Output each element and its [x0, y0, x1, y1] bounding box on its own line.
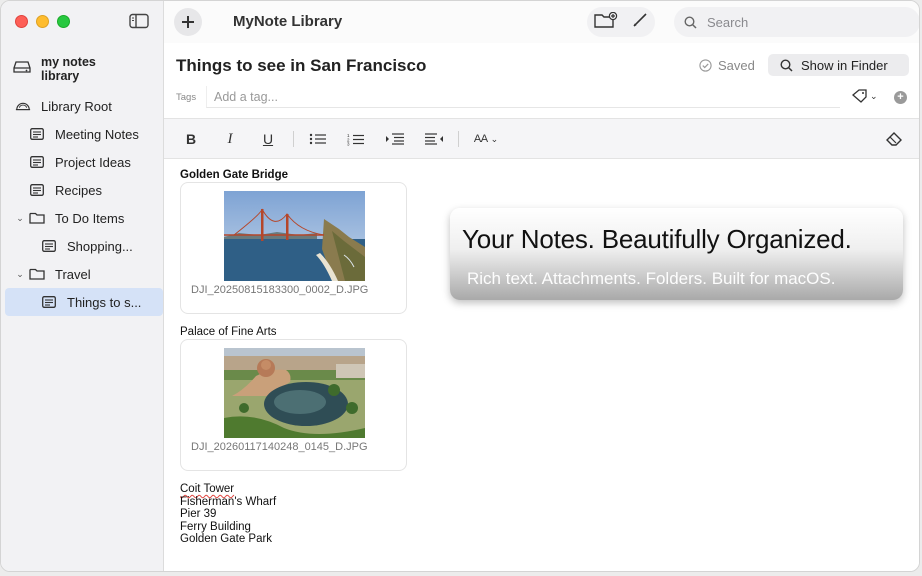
divider [293, 131, 294, 147]
sidebar-item-things-to-see[interactable]: Things to s... [5, 288, 163, 316]
library-selector[interactable]: my notes library [13, 55, 131, 83]
minimize-button[interactable] [36, 15, 49, 28]
attachment-filename: DJI_20250815183300_0002_D.JPG [191, 284, 369, 296]
divider [458, 131, 459, 147]
sidebar-item-label: Meeting Notes [55, 126, 139, 142]
outdent-button[interactable] [423, 129, 445, 149]
title-toolbar: MyNote Library Search [164, 1, 919, 43]
sidebar-item-shopping[interactable]: Shopping... [5, 232, 163, 260]
list-item: Golden Gate Park [180, 533, 273, 545]
close-button[interactable] [15, 15, 28, 28]
numbered-list-button[interactable]: 123 [346, 129, 366, 149]
section-heading: Golden Gate Bridge [180, 169, 288, 181]
show-in-finder-button[interactable]: Show in Finder [768, 54, 909, 76]
promo-banner: Your Notes. Beautifully Organized. Rich … [450, 208, 903, 300]
indent-button[interactable] [385, 129, 405, 149]
add-note-button[interactable] [174, 8, 202, 36]
toolbar-actions [587, 7, 655, 37]
search-placeholder: Search [707, 14, 749, 30]
places-list: Coit Tower Fisherman's Wharf Pier 39 Fer… [180, 483, 276, 546]
search-icon [684, 15, 697, 29]
note-icon [29, 127, 45, 141]
bullet-list-button[interactable] [308, 129, 328, 149]
attachment-filename: DJI_20260117140248_0145_D.JPG [191, 441, 368, 453]
golden-gate-bridge-photo [224, 191, 365, 281]
note-icon [29, 183, 45, 197]
sidebar-item-project-ideas[interactable]: Project Ideas [5, 148, 163, 176]
list-item: Coit Tower [180, 483, 235, 495]
compose-pencil-icon[interactable] [632, 12, 648, 33]
eraser-icon [886, 132, 902, 146]
chevron-down-icon[interactable]: ⌄ [15, 269, 25, 280]
bold-button[interactable]: B [184, 129, 198, 149]
new-folder-icon[interactable] [594, 11, 618, 33]
image-attachment[interactable]: DJI_20250815183300_0002_D.JPG [180, 182, 407, 314]
italic-button[interactable]: I [223, 129, 237, 149]
note-header: Things to see in San Francisco Saved Sho… [164, 43, 919, 119]
folder-icon [29, 267, 45, 281]
outdent-icon [425, 133, 443, 145]
sidebar-item-travel[interactable]: ⌄ Travel [5, 260, 163, 288]
plus-icon [182, 16, 194, 28]
note-title[interactable]: Things to see in San Francisco [176, 56, 426, 76]
bullet-list-icon [309, 133, 326, 145]
window-controls [15, 15, 70, 28]
note-icon [29, 155, 45, 169]
sidebar-item-library-root[interactable]: Library Root [5, 92, 163, 120]
tags-label: Tags [176, 92, 197, 103]
cloud-drive-icon [15, 99, 31, 113]
folder-icon [29, 211, 45, 225]
list-item: Pier 39 [180, 508, 217, 520]
save-status-label: Saved [718, 58, 755, 73]
folder-tree: Library Root Meeting Notes Project Ideas… [5, 92, 163, 316]
font-size-label: AA [473, 133, 488, 145]
palace-of-fine-arts-photo [224, 348, 365, 438]
sidebar-item-label: Travel [55, 266, 91, 282]
search-field[interactable]: Search [674, 7, 919, 37]
sidebar-toggle-icon[interactable] [129, 13, 149, 29]
underline-button[interactable]: U [261, 129, 275, 149]
show-in-finder-label: Show in Finder [801, 57, 888, 73]
sidebar-item-label: To Do Items [55, 210, 125, 226]
list-item: Fisherman's Wharf [180, 495, 277, 508]
search-icon [780, 58, 793, 72]
sidebar-item-meeting-notes[interactable]: Meeting Notes [5, 120, 163, 148]
sidebar-item-label: Things to s... [67, 294, 142, 310]
app-window: my notes library Library Root Meeting No… [0, 0, 920, 572]
sidebar-item-label: Library Root [41, 98, 112, 114]
banner-headline: Your Notes. Beautifully Organized. [462, 224, 852, 254]
list-item: Ferry Building [180, 520, 251, 533]
tag-menu-button[interactable]: ⌄ [852, 89, 878, 103]
banner-subline: Rich text. Attachments. Folders. Built f… [467, 269, 836, 288]
tag-icon [852, 89, 867, 103]
chevron-down-icon: ⌄ [870, 90, 878, 101]
chevron-down-icon: ⌄ [490, 133, 499, 144]
section-heading: Palace of Fine Arts [180, 326, 277, 338]
format-toolbar: B I U 123 AA ⌄ [164, 119, 919, 159]
note-icon [41, 295, 57, 309]
sidebar-item-recipes[interactable]: Recipes [5, 176, 163, 204]
clear-formatting-button[interactable] [884, 129, 904, 149]
sidebar-item-label: Project Ideas [55, 154, 131, 170]
sidebar-item-label: Recipes [55, 182, 102, 198]
numbered-list-icon: 123 [347, 133, 364, 146]
indent-icon [386, 133, 404, 145]
sidebar-item-to-do-items[interactable]: ⌄ To Do Items [5, 204, 163, 232]
library-name: my notes library [41, 55, 96, 83]
zoom-button[interactable] [57, 15, 70, 28]
library-drive-icon [13, 60, 31, 79]
checkmark-circle-icon [699, 59, 712, 72]
save-status: Saved [699, 58, 755, 73]
tag-input[interactable]: Add a tag... [206, 86, 840, 108]
add-tag-button[interactable]: + [894, 91, 907, 104]
sidebar: my notes library Library Root Meeting No… [1, 1, 164, 571]
image-attachment[interactable]: DJI_20260117140248_0145_D.JPG [180, 339, 407, 471]
chevron-down-icon[interactable]: ⌄ [15, 213, 25, 224]
sidebar-item-label: Shopping... [67, 238, 133, 254]
app-title: MyNote Library [233, 13, 343, 30]
font-size-button[interactable]: AA ⌄ [471, 129, 501, 149]
svg-text:3: 3 [347, 141, 350, 145]
note-icon [41, 239, 57, 253]
